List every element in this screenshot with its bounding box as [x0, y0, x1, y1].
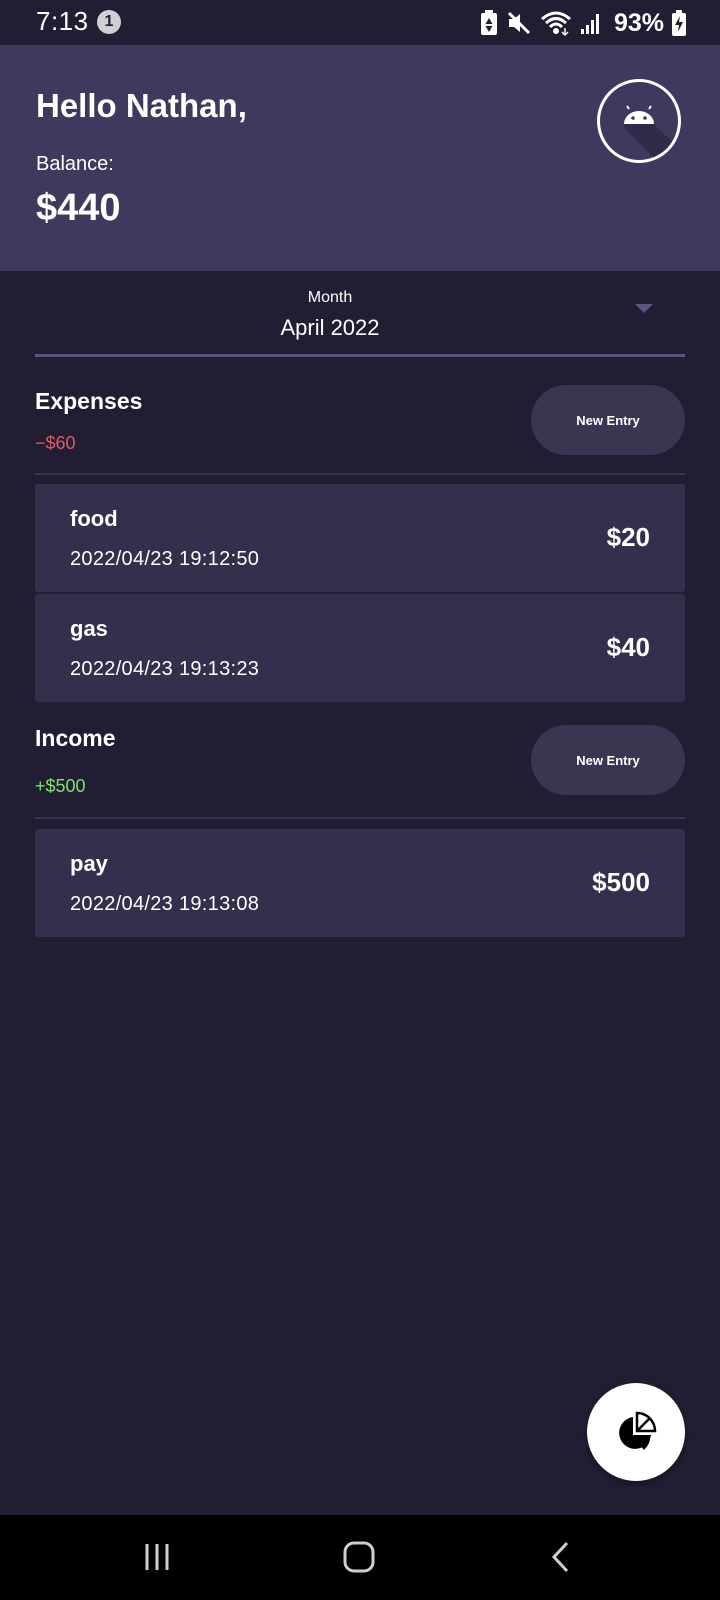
month-value: April 2022 [280, 315, 380, 340]
entry-amount: $500 [592, 867, 650, 897]
income-title: Income [35, 725, 116, 751]
expenses-total: −$60 [35, 433, 76, 453]
expenses-divider [35, 473, 685, 475]
status-bar: 7:13 1 93% [0, 0, 720, 45]
expenses-title: Expenses [35, 388, 143, 414]
new-expense-entry-button[interactable]: New Entry [531, 385, 685, 455]
charging-icon [672, 10, 686, 36]
income-item-pay[interactable]: pay 2022/04/23 19:13:08 $500 [35, 829, 685, 937]
battery-percentage: 93% [613, 8, 664, 37]
notification-count-badge: 1 [97, 10, 121, 34]
entry-name: food [70, 506, 118, 531]
android-icon [624, 105, 678, 160]
back-button[interactable] [537, 1537, 587, 1577]
home-icon [343, 1541, 375, 1573]
entry-date: 2022/04/23 19:12:50 [70, 548, 260, 570]
status-icons: 93% [480, 8, 686, 38]
signal-icon [580, 11, 602, 35]
greeting: Hello Nathan, [36, 87, 247, 124]
navigation-bar [0, 1515, 720, 1600]
status-time: 7:13 [36, 6, 89, 36]
income-total: +$500 [35, 776, 86, 796]
new-income-entry-button[interactable]: New Entry [531, 725, 685, 795]
entry-name: pay [70, 851, 108, 876]
balance-value: $440 [36, 187, 121, 229]
expense-item-gas[interactable]: gas 2022/04/23 19:13:23 $40 [35, 594, 685, 702]
income-divider [35, 817, 685, 819]
recent-apps-icon [145, 1544, 169, 1570]
pie-chart-icon [619, 1411, 657, 1450]
entry-amount: $20 [606, 522, 650, 552]
chevron-down-icon[interactable] [635, 304, 653, 313]
wifi-icon [540, 10, 572, 36]
entry-amount: $40 [606, 632, 650, 662]
recent-apps-button[interactable] [132, 1537, 182, 1577]
avatar[interactable] [597, 79, 681, 163]
battery-saver-icon [480, 10, 498, 36]
back-icon [551, 1541, 569, 1573]
expense-item-food[interactable]: food 2022/04/23 19:12:50 $20 [35, 484, 685, 592]
balance-label: Balance: [36, 153, 114, 175]
statistics-fab-button[interactable] [587, 1383, 685, 1481]
month-label: Month [307, 289, 353, 306]
entry-date: 2022/04/23 19:13:23 [70, 658, 260, 680]
entry-name: gas [70, 616, 108, 641]
header: Hello Nathan, Balance: $440 [0, 45, 720, 271]
entry-date: 2022/04/23 19:13:08 [70, 893, 260, 915]
home-button[interactable] [334, 1537, 384, 1577]
month-selector[interactable]: Month April 2022 [35, 271, 685, 357]
mute-icon [506, 10, 532, 36]
